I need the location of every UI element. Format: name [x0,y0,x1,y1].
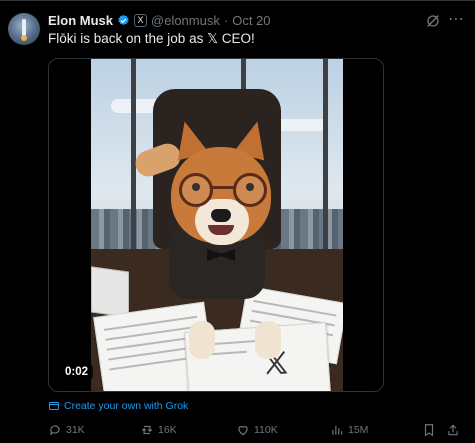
tweet-header: Elon Musk X @elonmusk · Oct 20 [48,11,271,29]
verified-badge-icon [118,14,129,25]
like-count: 110K [254,424,278,436]
video-frame [91,59,343,391]
like-button[interactable]: 110K [236,423,278,437]
video-player[interactable]: 0:02 [48,58,384,392]
reply-count: 31K [66,424,85,436]
separator-dot: · [223,12,229,28]
author-name[interactable]: Elon Musk [48,13,113,28]
share-icon [448,424,458,436]
views-button[interactable]: 15M [330,423,368,437]
dog-paw [189,321,215,359]
grok-icon[interactable] [425,13,441,29]
repost-button[interactable]: 16K [140,423,177,437]
bookmark-button[interactable] [422,423,436,437]
reply-icon [49,425,60,436]
affiliate-x-badge[interactable]: X [134,13,148,27]
post-date[interactable]: Oct 20 [232,13,270,28]
author-handle[interactable]: @elonmusk [151,13,220,28]
heart-icon [238,426,248,436]
bookmark-icon [424,424,434,437]
avatar[interactable] [8,13,40,45]
video-duration: 0:02 [60,364,94,380]
repost-count: 16K [158,424,177,436]
share-button[interactable] [446,423,460,437]
reply-button[interactable]: 31K [48,423,85,437]
glasses-lens [179,173,213,207]
dog-muzzle [195,199,249,245]
views-icon [332,425,343,435]
dog-paw [255,321,281,359]
image-create-icon [49,402,59,410]
glasses-bridge [212,186,234,189]
action-bar: 31K 16K 110K 15M [0,423,475,441]
post-text: Flōki is back on the job as 𝕏 CEO! [48,31,255,46]
window-frame [323,59,328,269]
avatar-flame [21,35,27,41]
view-count: 15M [348,424,369,436]
laptop [91,266,129,318]
create-with-grok-label: Create your own with Grok [64,400,189,412]
more-icon[interactable]: ⋯ [448,12,465,28]
tweet[interactable]: Elon Musk X @elonmusk · Oct 20 ⋯ Flōki i… [0,0,475,443]
repost-icon [141,425,153,435]
create-with-grok-link[interactable]: Create your own with Grok [48,400,188,412]
glasses-lens [233,173,267,207]
dog-nose [211,209,231,222]
